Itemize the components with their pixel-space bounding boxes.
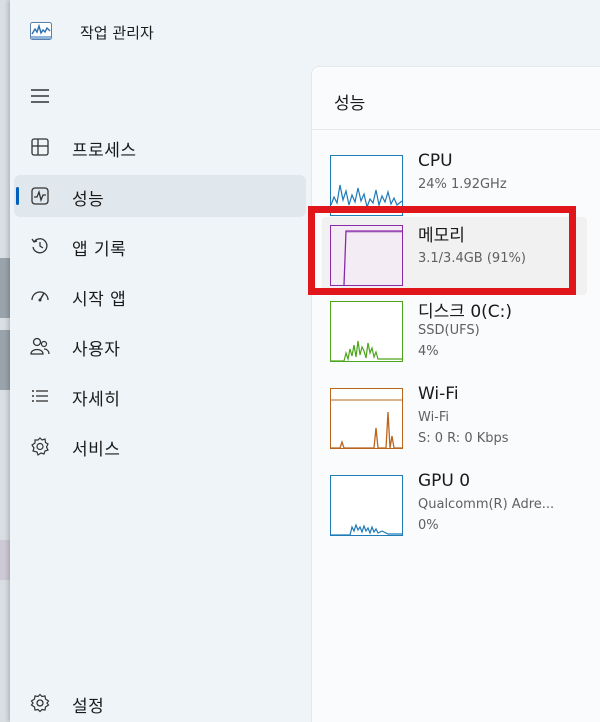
perf-item-name: GPU 0 xyxy=(418,471,471,491)
gpu-graph-thumbnail xyxy=(330,475,403,536)
sidebar-item-label: 자세히 xyxy=(72,390,121,410)
sidebar-item-label: 성능 xyxy=(72,190,105,210)
highlight-box xyxy=(308,206,576,295)
perf-item-detail: 0% xyxy=(418,518,439,533)
disk-graph-thumbnail xyxy=(330,301,403,362)
menu-icon[interactable] xyxy=(28,84,52,108)
perf-item-gpu[interactable]: GPU 0 Qualcomm(R) Adre... 0% xyxy=(322,467,587,545)
sidebar-item-processes[interactable]: 프로세스 xyxy=(14,126,306,168)
task-manager-app-icon xyxy=(30,22,52,40)
performance-panel: 성능 CPU 24% 1.92GHz 메모리 3.1/3.4GB (91%) 디… xyxy=(311,66,600,722)
gear-icon xyxy=(30,693,50,713)
sidebar-item-users[interactable]: 사용자 xyxy=(14,325,306,367)
perf-item-detail: 4% xyxy=(418,344,439,359)
perf-item-detail: S: 0 R: 0 Kbps xyxy=(418,431,509,446)
settings-label: 설정 xyxy=(72,697,105,717)
perf-item-wifi[interactable]: Wi-Fi Wi-Fi S: 0 R: 0 Kbps xyxy=(322,380,587,458)
perf-item-name: CPU xyxy=(418,151,453,171)
performance-icon xyxy=(31,187,49,205)
app-history-icon xyxy=(31,238,48,254)
sidebar-item-app-history[interactable]: 앱 기록 xyxy=(14,225,306,267)
sidebar-item-performance[interactable]: 성능 xyxy=(14,175,306,217)
sidebar-item-label: 프로세스 xyxy=(72,141,137,161)
sidebar-item-details[interactable]: 자세히 xyxy=(14,375,306,417)
perf-item-name: 디스크 0(C:) xyxy=(418,302,513,322)
sidebar-item-label: 앱 기록 xyxy=(72,240,127,260)
sidebar-item-label: 시작 앱 xyxy=(72,290,127,310)
perf-item-name: Wi-Fi xyxy=(418,384,459,404)
settings-button[interactable]: 설정 xyxy=(14,682,306,722)
processes-icon xyxy=(31,138,49,156)
task-manager-window: 작업 관리자 프로세스 성능 앱 기록 시작 앱 사용자 자세히 서비스 설정 … xyxy=(10,0,600,722)
perf-item-detail: Wi-Fi xyxy=(418,410,450,425)
active-indicator xyxy=(16,187,19,205)
services-icon xyxy=(31,437,49,456)
sidebar-item-services[interactable]: 서비스 xyxy=(14,425,306,467)
details-icon xyxy=(32,390,48,402)
page-title: 성능 xyxy=(334,94,366,114)
sidebar-item-label: 사용자 xyxy=(72,340,121,360)
title-bar: 작업 관리자 xyxy=(10,0,600,62)
sidebar: 프로세스 성능 앱 기록 시작 앱 사용자 자세히 서비스 설정 xyxy=(10,62,310,722)
divider xyxy=(312,129,600,130)
sidebar-item-startup-apps[interactable]: 시작 앱 xyxy=(14,275,306,317)
perf-item-detail: SSD(UFS) xyxy=(418,323,480,338)
startup-apps-icon xyxy=(31,291,49,302)
perf-item-disk[interactable]: 디스크 0(C:) SSD(UFS) 4% xyxy=(322,293,587,371)
sidebar-item-label: 서비스 xyxy=(72,440,121,460)
users-icon xyxy=(30,337,50,355)
window-title: 작업 관리자 xyxy=(80,24,154,42)
perf-item-detail: 24% 1.92GHz xyxy=(418,177,507,192)
perf-item-detail: Qualcomm(R) Adre... xyxy=(418,497,555,512)
wifi-graph-thumbnail xyxy=(330,388,403,449)
